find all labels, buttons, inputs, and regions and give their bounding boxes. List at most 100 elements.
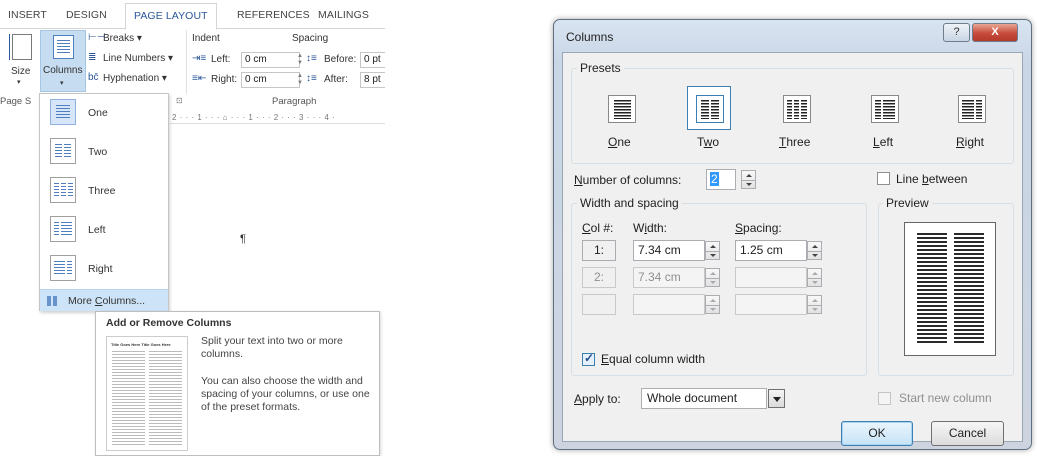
col-3-width-input[interactable] — [633, 294, 705, 315]
preview-page — [904, 222, 996, 356]
size-dropdown-arrow-icon: ▾ — [17, 79, 21, 86]
ribbon-tab-bar: INSERT DESIGN PAGE LAYOUT REFERENCES MAI… — [0, 0, 385, 30]
columns-dropdown-menu: One Two Three Left Right More Columns... — [39, 93, 169, 311]
menu-item-two[interactable]: Two — [40, 133, 168, 172]
preset-three-button[interactable] — [774, 86, 818, 130]
indent-right-input[interactable]: 0 cm — [241, 72, 300, 88]
spacing-before-input[interactable]: 0 pt — [360, 52, 385, 68]
tab-design[interactable]: DESIGN — [66, 9, 107, 21]
document-canvas[interactable] — [170, 124, 385, 304]
tab-mailings[interactable]: MAILINGS — [318, 9, 369, 21]
menu-item-three[interactable]: Three — [40, 172, 168, 211]
three-columns-icon — [50, 177, 76, 203]
col-1-spacing-input[interactable]: 1.25 cm — [735, 240, 807, 261]
start-new-column-label: Start new column — [899, 391, 992, 405]
columns-dialog: Columns ? X Presets One Two Three Left R — [553, 19, 1032, 450]
apply-to-dropdown-arrow-icon[interactable] — [768, 389, 785, 408]
menu-item-one[interactable]: One — [40, 94, 168, 133]
tab-page-layout[interactable]: PAGE LAYOUT — [125, 3, 217, 30]
close-button[interactable]: X — [972, 23, 1018, 42]
tooltip-description-2: You can also choose the width and spacin… — [201, 375, 370, 413]
spacing-after-input[interactable]: 8 pt — [360, 72, 385, 88]
presets-label: Presets — [577, 61, 624, 75]
col-3-spacing-spinner[interactable] — [807, 295, 822, 314]
menu-item-more-columns[interactable]: More Columns... — [40, 289, 168, 311]
col-2-width-spinner[interactable] — [705, 268, 720, 287]
preset-one-button[interactable] — [599, 86, 643, 130]
preset-two-button[interactable] — [687, 86, 731, 130]
preview-label: Preview — [883, 196, 932, 210]
indent-right-spinner[interactable]: ▲ ▼ — [296, 73, 304, 87]
col-1-width-input[interactable]: 7.34 cm — [633, 240, 705, 261]
hyphenation-button[interactable]: bc̄ Hyphenation ▾ — [88, 72, 183, 86]
cancel-button[interactable]: Cancel — [931, 421, 1004, 446]
col-2-spacing-spinner[interactable] — [807, 268, 822, 287]
indent-left-input[interactable]: 0 cm — [241, 52, 300, 68]
col-3-spacing-input[interactable] — [735, 294, 807, 315]
right-column-icon — [50, 255, 76, 281]
indent-left-icon: ⇥≡ — [192, 53, 207, 64]
spacing-header: Spacing — [292, 33, 329, 44]
preset-three-label: Three — [779, 135, 811, 149]
size-label: Size — [11, 66, 31, 77]
apply-to-select[interactable]: Whole document — [641, 388, 767, 409]
start-new-column-checkbox[interactable] — [878, 392, 891, 405]
paragraph-mark: ¶ — [240, 233, 246, 245]
menu-item-one-label: One — [88, 107, 108, 119]
preset-left-button[interactable] — [862, 86, 906, 130]
tab-insert[interactable]: INSERT — [8, 9, 47, 21]
columns-button[interactable]: Columns ▾ — [40, 30, 86, 92]
line-between-checkbox[interactable] — [877, 172, 890, 185]
help-button[interactable]: ? — [943, 23, 970, 42]
preset-right-icon — [958, 95, 986, 123]
indent-left-spinner[interactable]: ▲ ▼ — [296, 53, 304, 67]
horizontal-ruler[interactable]: 2 · · · 1 · · · ⌂ · · · 1 · · · 2 · · · … — [170, 112, 385, 124]
preset-left-icon — [871, 95, 899, 123]
size-button[interactable]: Size ▾ — [2, 30, 38, 94]
hyphenation-icon: bc̄ — [88, 72, 99, 83]
menu-item-left[interactable]: Left — [40, 211, 168, 250]
line-numbers-button[interactable]: ≣ Line Numbers ▾ — [88, 52, 183, 66]
line-numbers-label: Line Numbers ▾ — [103, 53, 174, 64]
col-3-width-spinner[interactable] — [705, 295, 720, 314]
dialog-titlebar[interactable]: Columns ? X — [554, 20, 1031, 54]
menu-item-left-label: Left — [88, 224, 106, 236]
two-columns-icon — [50, 138, 76, 164]
number-of-columns-input[interactable]: 2 — [706, 169, 736, 190]
col-2-spacing-input[interactable] — [735, 267, 807, 288]
menu-item-right[interactable]: Right — [40, 250, 168, 289]
breaks-button[interactable]: ⊢⊣ Breaks ▾ — [88, 32, 172, 46]
menu-item-three-label: Three — [88, 185, 116, 197]
page-size-icon — [9, 34, 32, 60]
preset-one-label: One — [608, 135, 631, 149]
one-column-icon — [50, 99, 76, 125]
thumbnail-heading: Title Goes Here Title Goes Here — [111, 342, 171, 347]
group-label-paragraph: Paragraph — [272, 96, 317, 107]
line-numbers-icon: ≣ — [88, 52, 97, 63]
preset-right-button[interactable] — [949, 86, 993, 130]
ok-button[interactable]: OK — [841, 421, 913, 446]
col-1-spacing-spinner[interactable] — [807, 241, 822, 260]
tab-references[interactable]: REFERENCES — [237, 9, 310, 21]
preset-left-label: Left — [873, 135, 894, 149]
menu-item-right-label: Right — [88, 263, 113, 275]
dialog-client-area: Presets One Two Three Left Right Number … — [562, 52, 1023, 446]
tooltip-thumbnail: Title Goes Here Title Goes Here — [106, 336, 188, 451]
breaks-label: Breaks ▾ — [103, 33, 142, 44]
col-number-header: Col #: — [582, 221, 614, 235]
tooltip-description-1: Split your text into two or more columns… — [201, 335, 343, 360]
equal-column-width-checkbox[interactable] — [582, 351, 595, 366]
col-2-width-input[interactable]: 7.34 cm — [633, 267, 705, 288]
dialog-title: Columns — [566, 30, 614, 44]
line-between-label: Line between — [896, 172, 968, 186]
preset-two-icon — [696, 95, 724, 123]
number-of-columns-label: Number of columns: — [574, 173, 682, 187]
col-1-width-spinner[interactable] — [705, 241, 720, 260]
spacing-before-label: Before: — [324, 54, 357, 65]
number-of-columns-spinner[interactable] — [741, 170, 756, 189]
equal-column-width-label: Equal column width — [601, 352, 706, 366]
page-setup-launcher-icon[interactable]: ⊡ — [176, 96, 183, 105]
hyphenation-label: Hyphenation ▾ — [103, 73, 167, 84]
spacing-header: Spacing: — [735, 221, 782, 235]
col-number-2: 2: — [582, 267, 616, 288]
